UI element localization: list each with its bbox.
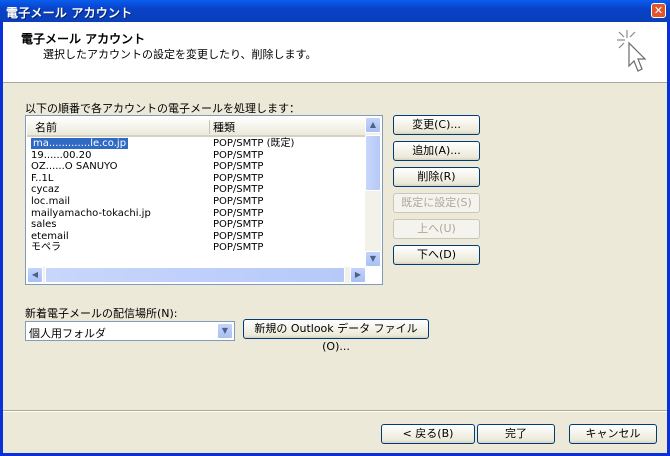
account-type: POP/SMTP: [213, 196, 264, 207]
window-title: 電子メール アカウント: [6, 6, 133, 20]
account-name: etemail: [31, 230, 69, 242]
account-type: POP/SMTP: [213, 149, 264, 161]
account-row[interactable]: mailyamacho-tokachi.jp POP/SMTP: [27, 208, 365, 219]
account-name: ma.............le.co.jp: [31, 138, 129, 149]
header-subtitle: 選択したアカウントの設定を変更したり、削除します。: [43, 48, 317, 61]
scroll-right-button[interactable]: ▶: [350, 267, 366, 283]
account-row[interactable]: sales POP/SMTP: [27, 219, 365, 230]
column-type-header[interactable]: 種類: [213, 119, 235, 135]
set-default-button[interactable]: 既定に設定(S): [393, 193, 480, 213]
account-type: POP/SMTP: [213, 207, 264, 219]
delete-button[interactable]: 削除(R): [393, 167, 480, 187]
account-name: OZ......O SANUYO: [31, 161, 118, 173]
email-accounts-window: 電子メール アカウント ✕ 電子メール アカウント 選択したアカウントの設定を変…: [0, 0, 670, 456]
new-data-file-button[interactable]: 新規の Outlook データ ファイル(O)...: [243, 319, 429, 353]
account-name: sales: [31, 219, 57, 231]
vertical-scrollbar[interactable]: ▲ ▼: [365, 117, 381, 267]
chevron-down-icon[interactable]: ▼: [217, 323, 233, 339]
horizontal-scroll-thumb[interactable]: [45, 267, 345, 283]
move-up-button[interactable]: 上へ(U): [393, 219, 480, 239]
account-name: mailyamacho-tokachi.jp: [31, 207, 151, 219]
scroll-left-button[interactable]: ◀: [27, 267, 43, 283]
accounts-list[interactable]: 名前 種類 ma.............le.co.jp POP/SMTP (既…: [25, 115, 383, 285]
delivery-location-select[interactable]: 個人用フォルダ ▼: [25, 321, 235, 341]
account-type: POP/SMTP: [213, 242, 264, 254]
account-row[interactable]: F..1L POP/SMTP: [27, 173, 365, 184]
back-button[interactable]: < 戻る(B): [381, 424, 475, 444]
account-name: 19......00.20: [31, 149, 92, 161]
header-title: 電子メール アカウント: [21, 32, 146, 46]
account-type: POP/SMTP: [213, 172, 264, 184]
horizontal-scrollbar[interactable]: ◀ ▶: [27, 267, 366, 283]
account-name: F..1L: [31, 172, 54, 184]
account-row[interactable]: loc.mail POP/SMTP: [27, 196, 365, 207]
scroll-up-button[interactable]: ▲: [365, 117, 381, 133]
delivery-label: 新着電子メールの配信場所(N):: [25, 307, 178, 320]
change-button[interactable]: 変更(C)...: [393, 115, 480, 135]
account-name: cycaz: [31, 184, 60, 196]
account-type: POP/SMTP: [213, 184, 264, 196]
delivery-location-value: 個人用フォルダ: [29, 327, 106, 340]
column-name-header[interactable]: 名前: [35, 119, 57, 135]
cursor-sparkle-icon: [617, 30, 647, 72]
add-button[interactable]: 追加(A)...: [393, 141, 480, 161]
scroll-down-button[interactable]: ▼: [365, 251, 381, 267]
account-type: POP/SMTP: [213, 219, 264, 231]
account-row[interactable]: ma.............le.co.jp POP/SMTP (既定): [27, 138, 365, 149]
account-row[interactable]: 19......00.20 POP/SMTP: [27, 150, 365, 161]
cancel-button[interactable]: キャンセル: [569, 424, 657, 444]
move-down-button[interactable]: 下へ(D): [393, 245, 480, 265]
account-type: POP/SMTP: [213, 230, 264, 242]
wizard-header: 電子メール アカウント 選択したアカウントの設定を変更したり、削除します。: [3, 22, 667, 83]
vertical-scroll-thumb[interactable]: [365, 135, 381, 191]
account-name: モペラ: [31, 242, 61, 254]
account-row[interactable]: cycaz POP/SMTP: [27, 184, 365, 195]
account-name: loc.mail: [31, 196, 70, 207]
account-type: POP/SMTP: [213, 161, 264, 173]
column-separator[interactable]: [209, 120, 210, 134]
title-bar: 電子メール アカウント ✕: [0, 0, 670, 22]
account-row[interactable]: etemail POP/SMTP: [27, 231, 365, 242]
finish-button[interactable]: 完了: [477, 424, 555, 444]
account-row[interactable]: モペラ POP/SMTP: [27, 242, 365, 253]
close-button[interactable]: ✕: [651, 3, 666, 18]
account-row[interactable]: OZ......O SANUYO POP/SMTP: [27, 161, 365, 172]
footer-divider: [3, 410, 667, 412]
account-type: POP/SMTP (既定): [213, 138, 295, 149]
column-header: 名前 種類: [27, 117, 365, 137]
accounts-label: 以下の順番で各アカウントの電子メールを処理します：: [25, 102, 300, 115]
